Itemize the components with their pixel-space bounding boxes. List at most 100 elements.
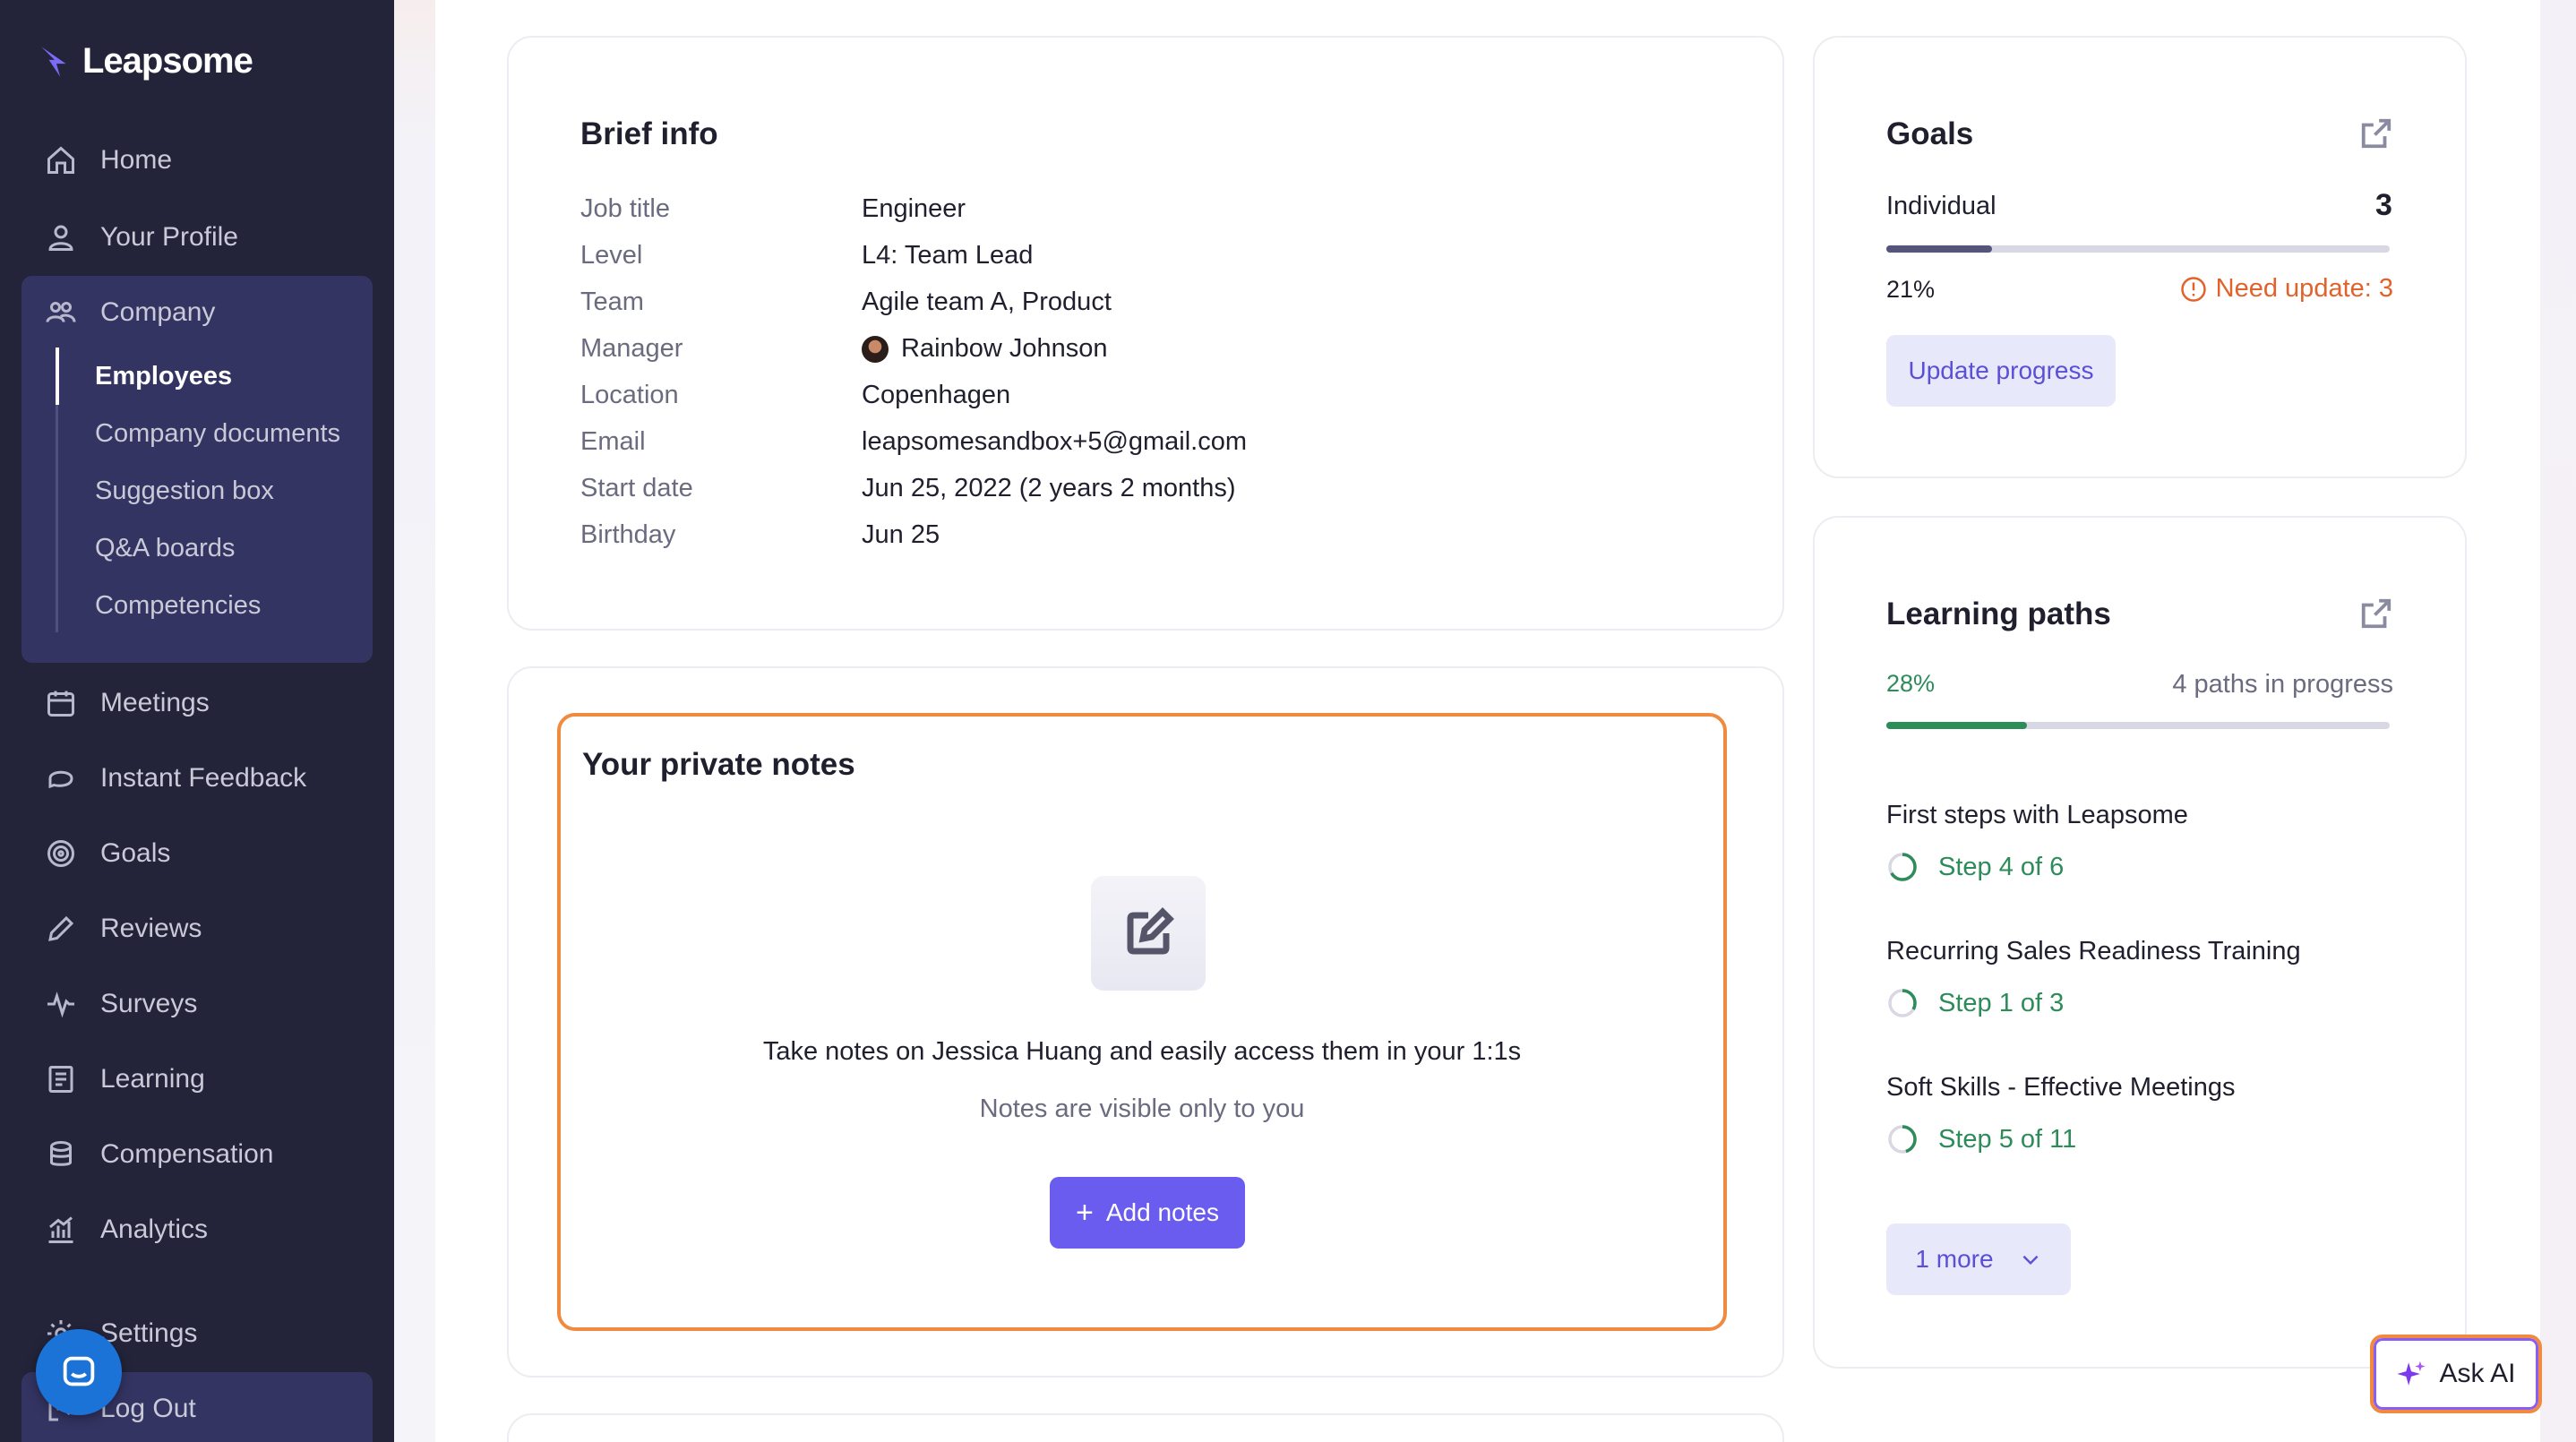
info-value-start-date: Jun 25, 2022 (2 years 2 months) <box>862 474 1236 503</box>
update-progress-button[interactable]: Update progress <box>1886 335 2116 407</box>
sidebar-item-surveys[interactable]: Surveys <box>45 982 197 1026</box>
sidebar-subitem-competencies[interactable]: Competencies <box>95 586 261 625</box>
learning-title: Learning paths <box>1886 597 2111 631</box>
progress-ring-icon <box>1888 853 1917 881</box>
background-strip-right <box>2540 0 2576 1442</box>
chat-support-icon <box>63 1356 95 1386</box>
learning-path-step: Step 1 of 3 <box>1886 987 2064 1019</box>
manager-name[interactable]: Rainbow Johnson <box>901 334 1108 364</box>
support-chat-button[interactable] <box>36 1329 122 1415</box>
sidebar-item-label: Goals <box>100 838 171 868</box>
sidebar-subitem-employees[interactable]: Employees <box>95 356 232 396</box>
sidebar-item-compensation[interactable]: Compensation <box>45 1132 273 1177</box>
goals-progress-percent: 21% <box>1886 276 1936 303</box>
info-value-birthday: Jun 25 <box>862 520 940 550</box>
sidebar-item-label: Company <box>100 297 216 327</box>
info-label-email: Email <box>580 427 646 456</box>
pencil-icon <box>48 915 74 941</box>
open-learning-link[interactable] <box>2359 597 2393 631</box>
app-logo[interactable]: Leapsome <box>38 41 253 82</box>
notes-description: Take notes on Jessica Huang and easily a… <box>762 1037 1522 1066</box>
learning-path-step: Step 4 of 6 <box>1886 851 2064 883</box>
external-link-icon <box>2361 118 2391 149</box>
open-goals-link[interactable] <box>2359 116 2393 150</box>
sidebar-item-label: Settings <box>100 1318 198 1348</box>
team-value: Agile team A, Product <box>862 288 1112 316</box>
level-value: L4: Team Lead <box>862 241 1034 270</box>
goals-need-update[interactable]: Need update: 3 <box>2180 274 2393 304</box>
progress-ring-icon <box>1888 989 1917 1017</box>
sidebar-item-label: Meetings <box>100 688 210 717</box>
location-value: Copenhagen <box>862 381 1011 409</box>
add-notes-button[interactable]: + Add notes <box>1050 1177 1245 1249</box>
learning-path-name[interactable]: Recurring Sales Readiness Training <box>1886 937 2301 966</box>
notes-visibility: Notes are visible only to you <box>979 1094 1305 1123</box>
sidebar-item-analytics[interactable]: Analytics <box>45 1207 208 1252</box>
sidebar: Leapsome Home Your Profile Company Emplo… <box>0 0 394 1442</box>
sidebar-item-meetings[interactable]: Meetings <box>45 681 210 725</box>
book-icon <box>48 1066 73 1093</box>
learning-path-name[interactable]: Soft Skills - Effective Meetings <box>1886 1073 2236 1103</box>
sidebar-item-your-profile[interactable]: Your Profile <box>45 215 238 260</box>
start-date-value: Jun 25, 2022 (2 years 2 months) <box>862 474 1236 502</box>
learning-path-name[interactable]: First steps with Leapsome <box>1886 801 2188 830</box>
sidebar-item-learning[interactable]: Learning <box>45 1057 205 1102</box>
user-icon <box>48 225 73 251</box>
sidebar-item-label: Compensation <box>100 1139 274 1169</box>
update-progress-label: Update progress <box>1908 356 2094 384</box>
birthday-value: Jun 25 <box>862 520 940 549</box>
info-value-job-title: Engineer <box>862 194 966 224</box>
ask-ai-label: Ask AI <box>2439 1359 2516 1388</box>
info-label-birthday: Birthday <box>580 520 676 549</box>
people-icon <box>46 302 76 322</box>
sidebar-item-label: Instant Feedback <box>100 763 307 793</box>
sidebar-item-home[interactable]: Home <box>45 138 172 183</box>
sidebar-item-label: Home <box>100 145 173 175</box>
manager-avatar <box>862 335 889 363</box>
sidebar-subitem-suggestion-box[interactable]: Suggestion box <box>95 471 274 511</box>
learning-step-label: Step 4 of 6 <box>1938 852 2065 881</box>
info-value-manager[interactable]: Rainbow Johnson <box>862 334 1108 364</box>
goals-progress-fill <box>1886 245 1992 253</box>
learning-step-label: Step 5 of 11 <box>1938 1124 2077 1154</box>
goals-title: Goals <box>1886 116 1974 151</box>
leapsome-logo-icon <box>41 46 66 77</box>
progress-ring-icon <box>1888 1125 1917 1154</box>
sidebar-item-label: Log Out <box>100 1394 196 1423</box>
chart-icon <box>48 1216 73 1243</box>
info-value-location: Copenhagen <box>862 381 1010 410</box>
email-value: leapsomesandbox+5@gmail.com <box>862 427 1248 456</box>
brief-info-card: Brief info Job title Engineer Level L4: … <box>507 36 1784 631</box>
app-name: Leapsome <box>82 41 253 81</box>
notes-title: Your private notes <box>582 747 855 782</box>
sidebar-item-label: Reviews <box>100 914 202 943</box>
sidebar-item-reviews[interactable]: Reviews <box>45 906 202 951</box>
sidebar-item-company[interactable]: Company <box>45 290 215 335</box>
sidebar-item-instant-feedback[interactable]: Instant Feedback <box>45 756 306 801</box>
sidebar-item-label: Learning <box>100 1064 205 1094</box>
sidebar-item-label: Analytics <box>100 1215 209 1244</box>
info-label-level: Level <box>580 241 643 270</box>
home-icon <box>47 146 74 174</box>
chat-icon <box>48 770 73 789</box>
info-label-manager: Manager <box>580 334 683 363</box>
show-more-button[interactable]: 1 more <box>1886 1223 2071 1295</box>
warning-icon <box>2180 276 2206 302</box>
info-label-job-title: Job title <box>580 194 670 223</box>
next-card <box>507 1413 1784 1442</box>
sidebar-subitem-company-documents[interactable]: Company documents <box>95 414 340 453</box>
edit-note-icon <box>1127 907 1174 955</box>
learning-progress-percent: 28% <box>1886 670 1936 697</box>
learning-paths-summary: 4 paths in progress <box>2172 670 2393 699</box>
ask-ai-button[interactable]: Ask AI <box>2370 1335 2542 1413</box>
sidebar-item-goals[interactable]: Goals <box>45 831 170 876</box>
brief-info-title: Brief info <box>580 116 718 151</box>
private-notes-box: Your private notes Take notes on Jessica… <box>557 713 1727 1331</box>
goals-individual-label: Individual <box>1886 192 1996 220</box>
sidebar-subitem-qa-boards[interactable]: Q&A boards <box>95 528 235 568</box>
chevron-down-icon <box>2022 1255 2039 1266</box>
background-strip-left <box>394 0 435 1442</box>
coins-icon <box>50 1141 72 1166</box>
sidebar-item-label: Surveys <box>100 989 198 1018</box>
info-label-location: Location <box>580 381 679 409</box>
